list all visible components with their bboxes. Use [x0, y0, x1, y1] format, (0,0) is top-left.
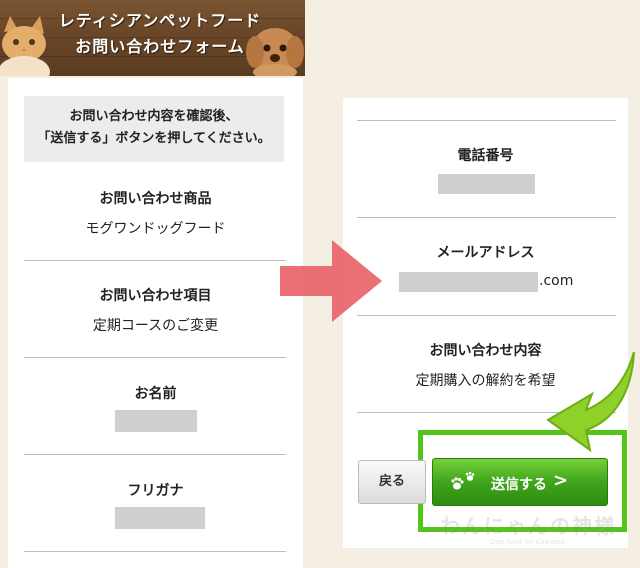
divider — [24, 260, 286, 261]
page-title: レティシアンペットフード お問い合わせフォーム — [50, 8, 270, 60]
redacted-phone — [438, 174, 535, 194]
field-name: お名前 — [8, 383, 303, 403]
divider — [24, 454, 286, 455]
field-label: フリガナ — [127, 483, 184, 499]
confirmation-notice: お問い合わせ内容を確認後、 「送信する」ボタンを押してください。 — [24, 96, 284, 162]
divider — [357, 120, 616, 121]
title-line-1: レティシアンペットフード — [58, 11, 262, 30]
send-button[interactable]: 送信する > — [432, 458, 608, 506]
field-label: 電話番号 — [457, 148, 514, 164]
paw-icon — [449, 471, 479, 499]
chevron-right-icon: > — [553, 470, 569, 491]
field-value: モグワンドッグフード — [85, 221, 226, 237]
watermark-logo: わんにゃんの神様 Dog food for Kawaisa — [440, 510, 620, 550]
send-button-label: 送信する — [491, 477, 547, 493]
divider — [357, 315, 616, 316]
divider — [357, 217, 616, 218]
field-furigana: フリガナ — [8, 480, 303, 500]
watermark-text: わんにゃんの神様 — [440, 514, 616, 538]
field-product: お問い合わせ商品 モグワンドッグフード — [8, 188, 303, 238]
field-inquiry-item: お問い合わせ項目 定期コースのご変更 — [8, 285, 303, 335]
field-phone: 電話番号 — [343, 145, 628, 165]
arrow-right-icon — [280, 240, 384, 326]
field-email: メールアドレス — [343, 242, 628, 262]
dog-illustration — [245, 20, 305, 76]
field-label: お名前 — [134, 386, 177, 402]
email-domain-suffix: .com — [539, 273, 574, 289]
confirmation-panel-left: お問い合わせ内容を確認後、 「送信する」ボタンを押してください。 お問い合わせ商… — [8, 78, 303, 568]
redacted-furigana — [115, 507, 205, 529]
site-header: レティシアンペットフード お問い合わせフォーム — [0, 0, 305, 76]
cat-illustration — [0, 14, 52, 76]
redacted-name — [115, 410, 197, 432]
notice-line-2: 「送信する」ボタンを押してください。 — [37, 131, 271, 146]
field-label: メールアドレス — [436, 245, 535, 261]
divider — [24, 357, 286, 358]
field-value: 定期コースのご変更 — [92, 318, 219, 334]
title-line-2: お問い合わせフォーム — [75, 37, 245, 56]
divider — [24, 551, 286, 552]
field-label: お問い合わせ商品 — [99, 191, 212, 207]
field-label: お問い合わせ項目 — [99, 288, 212, 304]
arrow-down-icon — [540, 350, 638, 458]
notice-line-1: お問い合わせ内容を確認後、 — [69, 109, 239, 124]
back-button-label: 戻る — [378, 474, 405, 489]
redacted-email — [399, 272, 538, 292]
watermark-subtext: Dog food for Kawaisa — [490, 538, 565, 546]
back-button[interactable]: 戻る — [358, 460, 426, 504]
